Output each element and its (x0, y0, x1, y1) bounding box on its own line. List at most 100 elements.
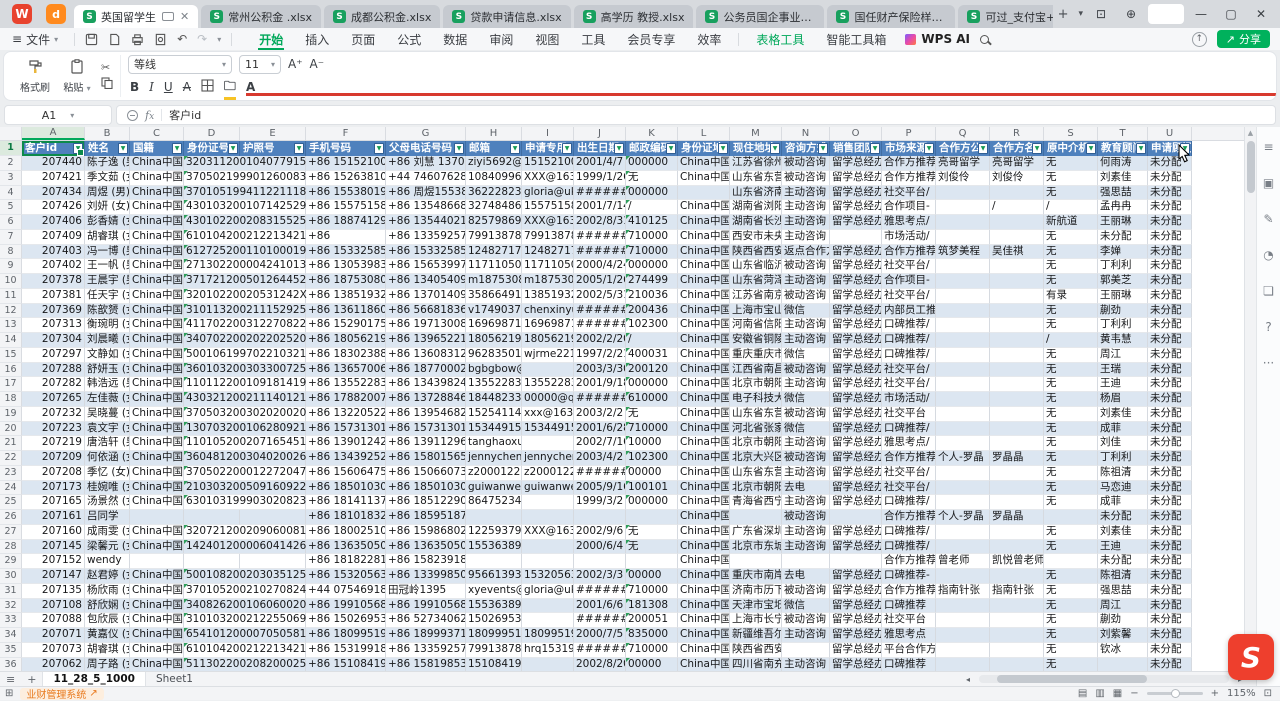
cell[interactable] (936, 259, 990, 274)
menu-tab-1[interactable]: 开始 (248, 28, 294, 50)
cell[interactable]: 留学总经办 (830, 451, 882, 466)
cell[interactable]: 济南市历下 (730, 584, 782, 599)
header-cell[interactable]: 销售团队▼ (830, 141, 882, 156)
cell[interactable] (936, 525, 990, 540)
cell[interactable]: +86 1340540988 (386, 274, 466, 289)
row-number[interactable]: 24 (0, 481, 22, 496)
cell[interactable]: 122593794 (466, 525, 522, 540)
column-header-P[interactable]: P (882, 127, 936, 140)
cell[interactable]: 710000 (626, 245, 678, 260)
cell[interactable]: +86 1598680231 (386, 525, 466, 540)
menu-tab-8[interactable]: 工具 (570, 28, 616, 50)
cell[interactable]: 2003/4/2 (574, 451, 626, 466)
column-header-U[interactable]: U (1148, 127, 1192, 140)
cell[interactable]: +86 18056219 (306, 333, 386, 348)
cell[interactable]: 刘晨曦 (女 (85, 333, 130, 348)
cell[interactable]: 李婵 (1098, 245, 1148, 260)
row-number[interactable]: 12 (0, 304, 22, 319)
cell[interactable] (936, 407, 990, 422)
cell[interactable]: 口碑推荐- (882, 569, 936, 584)
cell[interactable]: 未分配 (1148, 628, 1192, 643)
cell[interactable]: 赵君婷 (女 (85, 569, 130, 584)
cell[interactable] (936, 569, 990, 584)
cell[interactable]: 500108200203035125 (184, 569, 240, 584)
cell[interactable]: 000000 (626, 377, 678, 392)
menu-tab-12[interactable]: 智能工具箱 (815, 28, 897, 50)
cell[interactable]: xyevents@ (466, 584, 522, 599)
cell[interactable]: +86 1850103098 (386, 481, 466, 496)
header-cell[interactable]: 申请专用▼ (522, 141, 574, 156)
cell[interactable] (990, 333, 1044, 348)
row-number[interactable]: 6 (0, 215, 22, 230)
cell[interactable]: 124827175 (466, 245, 522, 260)
cell[interactable]: 留学总经办 (830, 584, 882, 599)
cell[interactable]: 210036 (626, 289, 678, 304)
cell[interactable] (830, 554, 882, 569)
column-header-B[interactable]: B (85, 127, 130, 140)
cell[interactable]: 留学总经办 (830, 407, 882, 422)
cell[interactable]: 刘妍 (女) (85, 200, 130, 215)
cell[interactable]: / (1044, 200, 1098, 215)
cell[interactable]: 00000 (626, 569, 678, 584)
cell[interactable]: 102300 (626, 451, 678, 466)
cell[interactable] (990, 525, 1044, 540)
add-sheet-button[interactable]: + (21, 673, 42, 686)
cell[interactable]: 被动咨询 (782, 171, 830, 186)
column-header-I[interactable]: I (522, 127, 574, 140)
cell[interactable]: 山东省临沂 (730, 259, 782, 274)
cell[interactable] (830, 510, 882, 525)
cell[interactable]: 274499 (626, 274, 678, 289)
cell[interactable] (936, 289, 990, 304)
cell[interactable]: China中国 (678, 643, 730, 658)
cell[interactable]: 无 (1044, 466, 1098, 481)
panel-window-icon[interactable]: ▣ (1263, 177, 1274, 189)
cell[interactable]: 864752343 (466, 495, 522, 510)
cell[interactable]: 蒯劲 (1098, 613, 1148, 628)
cell[interactable]: 未分配 (1148, 186, 1192, 201)
cell[interactable]: 327484864 (466, 200, 522, 215)
cell[interactable]: 社交平台 (882, 407, 936, 422)
cell[interactable]: 124827175 (522, 245, 574, 260)
column-header-E[interactable]: E (240, 127, 306, 140)
cell[interactable]: 合作方推荐 (882, 245, 936, 260)
cell[interactable]: China中国 (678, 628, 730, 643)
cell[interactable]: 口碑推荐 (882, 658, 936, 672)
cell[interactable]: 2002/8/20 (574, 658, 626, 672)
cell[interactable]: 310103200212255069 (184, 613, 240, 628)
cell[interactable]: 未分配 (1148, 510, 1192, 525)
cell[interactable]: bgbgbow@ (466, 363, 522, 378)
cell[interactable]: 王晨宇 (男 (85, 274, 130, 289)
cell[interactable]: 留学总经办 (830, 274, 882, 289)
apps-grid-icon[interactable]: ⊞ (0, 688, 18, 699)
cell[interactable]: 留学总经办 (830, 156, 882, 171)
cell[interactable]: 陈子逸 (男 (85, 156, 130, 171)
cell[interactable]: 个人-罗晶 (936, 510, 990, 525)
zoom-slider[interactable] (1147, 692, 1203, 695)
cell[interactable]: +86 13657006 (306, 363, 386, 378)
cell[interactable] (1044, 510, 1098, 525)
cell[interactable]: +86 1335925706 (386, 230, 466, 245)
cell[interactable]: 被动咨询 (782, 510, 830, 525)
row-number[interactable]: 20 (0, 422, 22, 437)
cell[interactable]: 梁馨元 (女 (85, 540, 130, 555)
cell[interactable] (990, 495, 1044, 510)
column-header-R[interactable]: R (990, 127, 1044, 140)
cell[interactable]: 留学总经办 (830, 599, 882, 614)
column-header-O[interactable]: O (830, 127, 882, 140)
column-header-N[interactable]: N (782, 127, 830, 140)
zoom-out-button[interactable]: − (1130, 688, 1138, 699)
cell[interactable]: +86 15026953 (306, 613, 386, 628)
cell[interactable]: 未分配 (1148, 584, 1192, 599)
cell[interactable]: 无 (626, 525, 678, 540)
cell[interactable]: 210303200509160922 (184, 481, 240, 496)
cell[interactable]: 丁利利 (1098, 318, 1148, 333)
row-number[interactable]: 15 (0, 348, 22, 363)
cell[interactable]: 2001/9/18 (574, 377, 626, 392)
cell[interactable]: 无 (1044, 230, 1098, 245)
cell[interactable]: 360103200303300725 (184, 363, 240, 378)
cell[interactable]: 北京大兴区 (730, 451, 782, 466)
cell[interactable]: 山东省东营 (730, 407, 782, 422)
row-number[interactable]: 30 (0, 569, 22, 584)
filter-dropdown-icon[interactable]: ▼ (562, 143, 572, 154)
cell[interactable]: 无 (1044, 525, 1098, 540)
